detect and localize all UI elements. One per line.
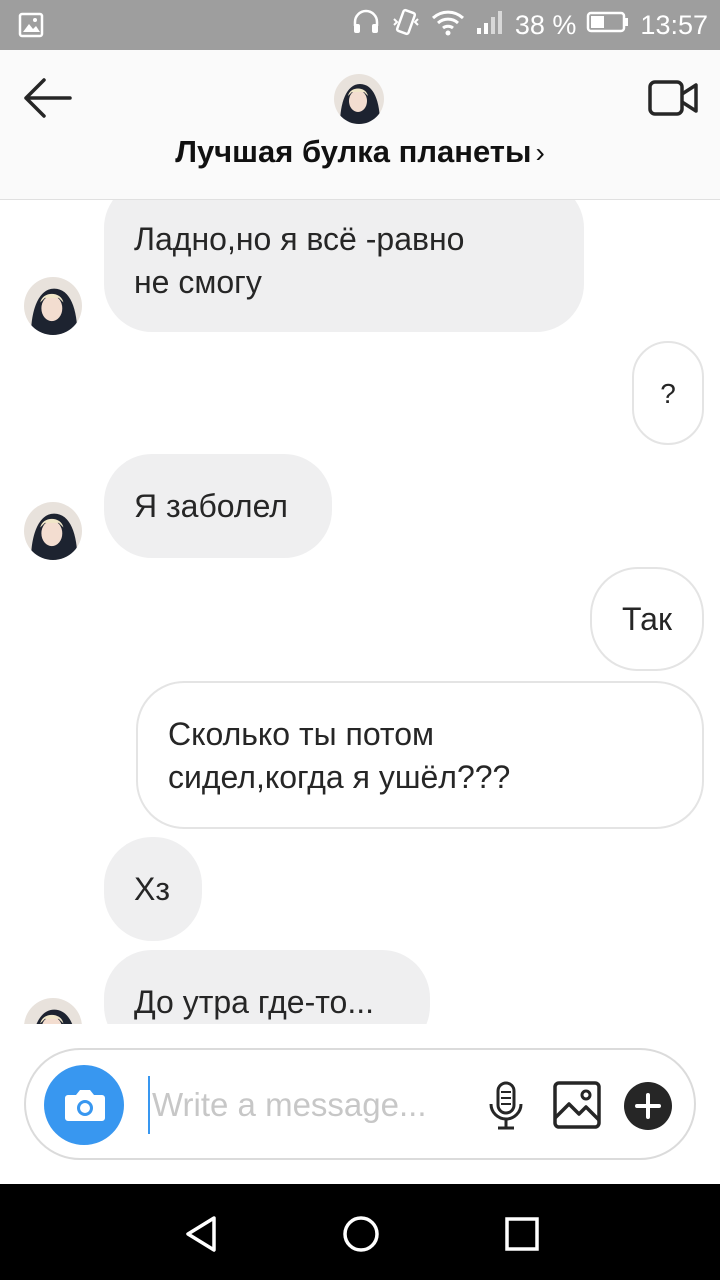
message-bubble-outgoing[interactable]: ? bbox=[632, 341, 704, 445]
message-text: не смогу bbox=[134, 264, 262, 300]
camera-button[interactable] bbox=[44, 1065, 124, 1145]
message-input[interactable] bbox=[148, 1076, 478, 1134]
wifi-icon bbox=[431, 8, 465, 43]
chevron-right-icon: › bbox=[535, 137, 545, 168]
battery-percent: 38 % bbox=[514, 9, 577, 40]
signal-icon bbox=[475, 8, 505, 43]
image-notification-icon bbox=[18, 12, 44, 38]
plus-icon bbox=[635, 1093, 661, 1119]
message-bubble-incoming[interactable]: Хз bbox=[104, 837, 202, 941]
message-composer bbox=[24, 1048, 696, 1160]
message-bubble-outgoing[interactable]: Сколько ты потом сидел,когда я ушёл??? bbox=[136, 681, 704, 829]
back-triangle-icon[interactable] bbox=[182, 1214, 222, 1254]
battery-icon bbox=[586, 10, 630, 41]
avatar[interactable] bbox=[24, 502, 82, 560]
back-arrow-icon[interactable] bbox=[18, 72, 78, 124]
message-text: До утра где-то... bbox=[134, 983, 374, 1020]
gallery-icon[interactable] bbox=[552, 1080, 602, 1130]
chat-header: Лучшая булка планеты › bbox=[0, 50, 720, 200]
avatar[interactable] bbox=[24, 998, 82, 1024]
message-text: Я заболел bbox=[134, 487, 288, 524]
message-text: Хз bbox=[134, 870, 171, 907]
message-text: сидел,когда я ушёл??? bbox=[168, 759, 511, 795]
message-text: Так bbox=[622, 600, 672, 637]
camera-icon bbox=[65, 1090, 105, 1121]
conversation-title[interactable]: Лучшая булка планеты › bbox=[0, 134, 720, 170]
message-text: Сколько ты потом bbox=[168, 716, 435, 752]
avatar[interactable] bbox=[24, 277, 82, 335]
message-bubble-outgoing[interactable]: Так bbox=[590, 567, 704, 671]
system-nav-bar bbox=[0, 1184, 720, 1280]
recents-square-icon[interactable] bbox=[502, 1214, 542, 1254]
message-bubble-incoming[interactable]: Я заболел bbox=[104, 454, 332, 558]
plus-button[interactable] bbox=[624, 1082, 672, 1130]
status-bar: 38 % 13:57 bbox=[0, 0, 720, 50]
message-bubble-incoming[interactable]: До утра где-то... bbox=[104, 950, 430, 1024]
message-bubble-incoming[interactable]: Ладно,но я всё -равно не смогу bbox=[104, 200, 584, 332]
headphones-icon bbox=[351, 7, 381, 44]
message-text: Ладно,но я всё -равно bbox=[134, 221, 465, 257]
clock: 13:57 bbox=[640, 9, 708, 40]
home-circle-icon[interactable] bbox=[341, 1214, 381, 1254]
title-text: Лучшая булка планеты bbox=[175, 134, 532, 169]
message-list[interactable]: Ладно,но я всё -равно не смогу ? Я забол… bbox=[0, 200, 720, 1024]
video-call-icon[interactable] bbox=[646, 76, 700, 120]
message-text: ? bbox=[660, 377, 676, 409]
avatar[interactable] bbox=[334, 74, 384, 124]
microphone-icon[interactable] bbox=[486, 1080, 526, 1132]
vibrate-icon bbox=[391, 7, 421, 44]
